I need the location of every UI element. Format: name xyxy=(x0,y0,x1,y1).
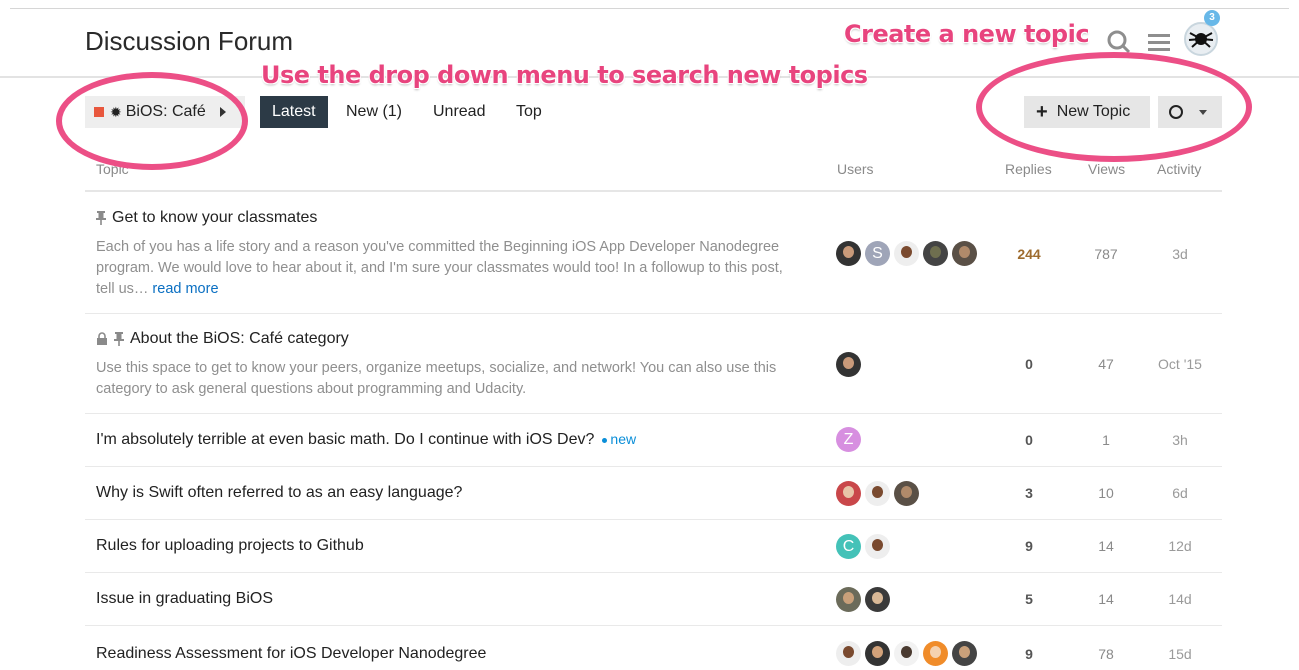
views-count: 787 xyxy=(1094,246,1118,262)
activity-time[interactable]: 3h xyxy=(1150,432,1210,448)
read-more-link[interactable]: read more xyxy=(152,281,218,297)
col-views[interactable]: Views xyxy=(1088,161,1125,177)
avatar[interactable] xyxy=(894,481,919,506)
table-row[interactable]: Rules for uploading projects to Github C… xyxy=(85,520,1222,573)
topic-title-link[interactable]: Readiness Assessment for iOS Developer N… xyxy=(96,645,486,663)
activity-time[interactable]: 15d xyxy=(1150,646,1210,662)
site-title[interactable]: Discussion Forum xyxy=(85,26,293,57)
avatar[interactable] xyxy=(952,241,977,266)
annotation-oval-new-topic xyxy=(976,52,1252,162)
new-badge[interactable]: new xyxy=(602,431,636,447)
table-row[interactable]: I'm absolutely terrible at even basic ma… xyxy=(85,414,1222,467)
user-avatar[interactable] xyxy=(1184,22,1218,56)
pin-icon xyxy=(96,210,106,225)
avatar[interactable] xyxy=(836,641,861,666)
topic-title-link[interactable]: I'm absolutely terrible at even basic ma… xyxy=(96,431,636,449)
tab-new[interactable]: New (1) xyxy=(334,96,414,128)
topic-title-link[interactable]: About the BiOS: Café category xyxy=(96,330,349,348)
replies-count[interactable]: 244 xyxy=(999,246,1059,262)
user-avatars xyxy=(836,481,923,506)
avatar[interactable] xyxy=(836,587,861,612)
views-count: 10 xyxy=(1098,485,1114,501)
user-avatars: C xyxy=(836,534,894,559)
table-row[interactable]: Issue in graduating BiOS 5 14 14d xyxy=(85,573,1222,626)
replies-count[interactable]: 9 xyxy=(999,538,1059,554)
avatar[interactable]: C xyxy=(836,534,861,559)
table-row[interactable]: Readiness Assessment for iOS Developer N… xyxy=(85,626,1222,670)
col-replies[interactable]: Replies xyxy=(1005,161,1052,177)
views-count: 14 xyxy=(1098,538,1114,554)
replies-count[interactable]: 5 xyxy=(999,591,1059,607)
replies-count[interactable]: 0 xyxy=(999,356,1059,372)
avatar[interactable] xyxy=(836,241,861,266)
topic-title: Get to know your classmates xyxy=(112,209,318,226)
topic-title-link[interactable]: Rules for uploading projects to Github xyxy=(96,537,364,555)
avatar[interactable] xyxy=(836,481,861,506)
user-avatars xyxy=(836,587,894,612)
table-row[interactable]: Get to know your classmates Each of you … xyxy=(85,194,1222,314)
user-avatars: S xyxy=(836,241,981,266)
tab-top[interactable]: Top xyxy=(504,96,554,128)
replies-count[interactable]: 0 xyxy=(999,432,1059,448)
user-avatars: Z xyxy=(836,427,865,452)
col-activity[interactable]: Activity xyxy=(1157,161,1201,177)
views-count: 1 xyxy=(1102,432,1110,448)
col-users: Users xyxy=(837,161,874,177)
avatar[interactable] xyxy=(923,241,948,266)
avatar[interactable] xyxy=(923,641,948,666)
topic-excerpt: Use this space to get to know your peers… xyxy=(96,360,777,397)
avatar[interactable] xyxy=(952,641,977,666)
avatar[interactable]: Z xyxy=(836,427,861,452)
replies-count[interactable]: 3 xyxy=(999,485,1059,501)
replies-count[interactable]: 9 xyxy=(999,646,1059,662)
avatar[interactable] xyxy=(894,641,919,666)
avatar[interactable] xyxy=(894,241,919,266)
avatar[interactable] xyxy=(865,481,890,506)
views-count: 78 xyxy=(1098,646,1114,662)
avatar[interactable] xyxy=(865,587,890,612)
user-avatars xyxy=(836,352,865,377)
tab-unread[interactable]: Unread xyxy=(421,96,497,128)
pin-icon xyxy=(114,331,124,346)
spider-icon xyxy=(1188,32,1214,48)
notification-badge[interactable]: 3 xyxy=(1204,10,1220,26)
topic-title-link[interactable]: Get to know your classmates xyxy=(96,209,317,227)
annotation-create-topic: Create a new topic xyxy=(844,20,1090,48)
avatar[interactable] xyxy=(836,352,861,377)
activity-time[interactable]: 14d xyxy=(1150,591,1210,607)
activity-time[interactable]: 3d xyxy=(1150,246,1210,262)
views-count: 47 xyxy=(1098,356,1114,372)
annotation-oval-category xyxy=(56,72,248,170)
avatar[interactable]: S xyxy=(865,241,890,266)
activity-time[interactable]: 12d xyxy=(1150,538,1210,554)
annotation-dropdown-hint: Use the drop down menu to search new top… xyxy=(261,61,868,89)
topic-title: About the BiOS: Café category xyxy=(130,330,349,347)
topic-title-link[interactable]: Why is Swift often referred to as an eas… xyxy=(96,484,462,502)
lock-icon xyxy=(97,332,107,346)
table-row[interactable]: Why is Swift often referred to as an eas… xyxy=(85,467,1222,520)
table-row[interactable]: About the BiOS: Café category Use this s… xyxy=(85,314,1222,414)
avatar[interactable] xyxy=(865,534,890,559)
views-count: 14 xyxy=(1098,591,1114,607)
topic-excerpt: Each of you has a life story and a reaso… xyxy=(96,237,796,300)
user-avatars xyxy=(836,641,981,666)
avatar[interactable] xyxy=(865,641,890,666)
activity-time[interactable]: Oct '15 xyxy=(1150,356,1210,372)
tab-latest[interactable]: Latest xyxy=(260,96,328,128)
activity-time[interactable]: 6d xyxy=(1150,485,1210,501)
topic-title: I'm absolutely terrible at even basic ma… xyxy=(96,431,595,448)
topic-title-link[interactable]: Issue in graduating BiOS xyxy=(96,590,273,608)
